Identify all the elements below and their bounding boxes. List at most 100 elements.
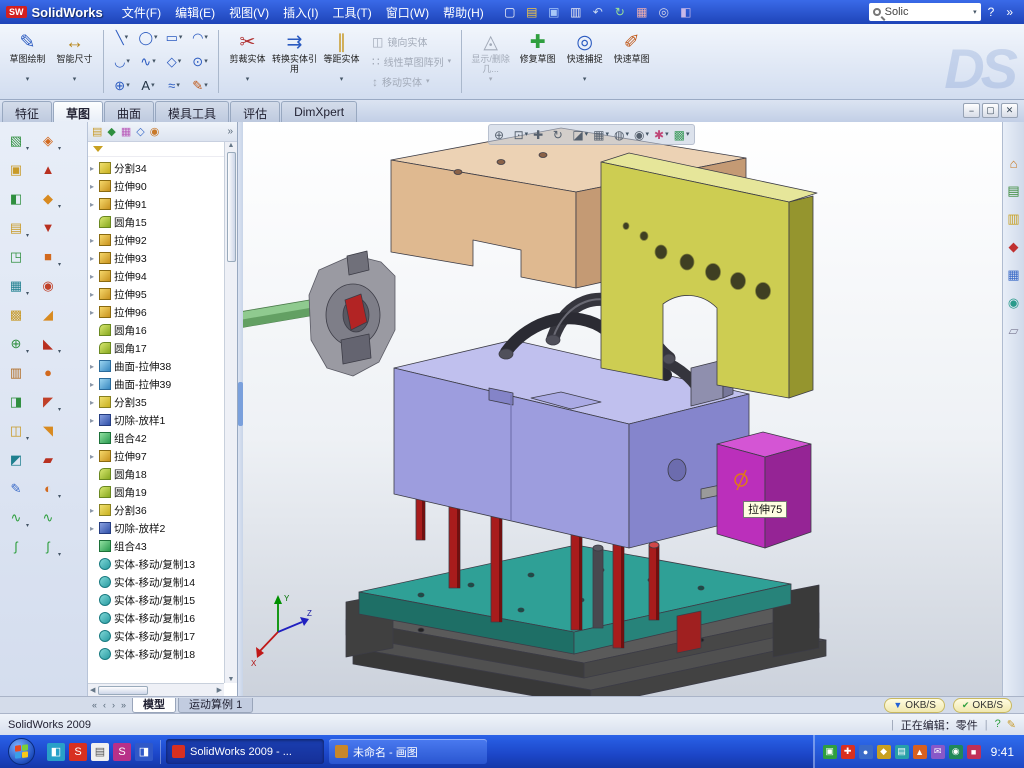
document-tab[interactable]: 模型 xyxy=(132,698,176,713)
part-cylinder-clamp[interactable] xyxy=(309,251,395,376)
quick-launch-icon[interactable]: ◨ xyxy=(135,743,153,761)
feature-tree-item[interactable]: ▸ 实体-移动/复制13 xyxy=(90,555,224,573)
features-tool-icon[interactable]: ▣ ▾ xyxy=(3,155,29,184)
command-button[interactable]: ◎ 快速捕捉 ▾ xyxy=(561,26,608,97)
pan-icon[interactable]: ✚ ▾ xyxy=(533,128,548,142)
feature-tree-item[interactable]: ▸ 拉伸90 xyxy=(90,177,224,195)
3d-model[interactable]: Y X Z xyxy=(243,122,1002,696)
document-tab[interactable]: 运动算例 1 xyxy=(178,698,253,713)
quick-launch-icon[interactable]: ◧ xyxy=(47,743,65,761)
features-tool-icon[interactable]: ∿ ▾ xyxy=(3,503,29,532)
scrollbar-thumb[interactable] xyxy=(98,686,148,695)
tray-icon[interactable]: ● xyxy=(859,745,873,759)
features-tool-icon[interactable]: ◧ ▾ xyxy=(3,184,29,213)
menu-item[interactable]: 帮助(H) xyxy=(436,2,491,23)
dimxpert-manager-tab-icon[interactable]: ◇ xyxy=(136,125,144,138)
feature-tree-item[interactable]: ▸ 切除-放样2 xyxy=(90,519,224,537)
zoom-area-icon[interactable]: ⊡ ▾ xyxy=(514,128,529,142)
filter-icon[interactable] xyxy=(93,146,103,152)
file-explorer-icon[interactable]: ▥ xyxy=(1007,211,1019,227)
feature-tree-item[interactable]: ▸ 圆角17 xyxy=(90,339,224,357)
print-icon[interactable]: ▥ xyxy=(567,3,585,21)
polygon-tool[interactable]: ◇ ▾ xyxy=(161,50,187,74)
command-button[interactable]: ∥ 等距实体 ▾ xyxy=(318,26,365,97)
expand-icon[interactable]: ▸ xyxy=(90,398,99,407)
options-icon[interactable]: ◎ xyxy=(655,3,673,21)
feature-tree-item[interactable]: ▸ 组合42 xyxy=(90,429,224,447)
tray-icon[interactable]: ◆ xyxy=(877,745,891,759)
arc-tool[interactable]: ◠ ▾ xyxy=(187,26,213,50)
mold-tool-icon[interactable]: ◥ ▾ xyxy=(35,416,61,445)
scene-icon[interactable]: ▩ ▾ xyxy=(674,128,690,142)
expand-icon[interactable]: ▸ xyxy=(90,164,99,173)
expand-icon[interactable]: ▸ xyxy=(90,182,99,191)
toolbar-overflow-icon[interactable]: » xyxy=(1001,5,1018,19)
tray-icon[interactable]: ▣ xyxy=(823,745,837,759)
custom-properties-icon[interactable]: ▱ xyxy=(1009,323,1019,339)
sketch-fillet-tool[interactable]: ✎ ▾ xyxy=(187,74,213,98)
expand-icon[interactable]: ▸ xyxy=(90,506,99,515)
command-button[interactable]: ◫ 镜向实体 ▾ xyxy=(369,33,454,50)
commandmanager-tab[interactable]: DimXpert xyxy=(281,101,357,122)
mold-tool-icon[interactable]: ▲ ▾ xyxy=(35,155,61,184)
feature-tree-item[interactable]: ▸ 圆角16 xyxy=(90,321,224,339)
point-tool[interactable]: ⊕ ▾ xyxy=(109,74,135,98)
feature-tree-item[interactable]: ▸ 拉伸91 xyxy=(90,195,224,213)
panel-chevron-icon[interactable]: » xyxy=(227,126,233,137)
start-button[interactable] xyxy=(8,738,35,765)
minimize-button[interactable]: − xyxy=(963,103,980,118)
toolbox-icon[interactable]: ◆ xyxy=(1009,239,1019,255)
toolbox-icon[interactable]: ◧ xyxy=(677,3,695,21)
feature-manager-tab-icon[interactable]: ▤ xyxy=(92,125,102,138)
tab-scroll-button[interactable]: « xyxy=(90,700,99,710)
three-point-arc-tool[interactable]: ◡ ▾ xyxy=(109,50,135,74)
open-folder-icon[interactable]: ▤ xyxy=(523,3,541,21)
mold-tool-icon[interactable]: ◢ ▾ xyxy=(35,300,61,329)
help-icon[interactable]: ? xyxy=(983,5,1000,19)
search-box[interactable]: Solic ▾ xyxy=(869,3,981,21)
tray-icon[interactable]: ▤ xyxy=(895,745,909,759)
commandmanager-tab[interactable]: 草图 xyxy=(53,101,103,122)
search-dropdown-icon[interactable]: ▾ xyxy=(973,9,977,16)
taskbar-window-button[interactable]: 未命名 - 画图 xyxy=(329,739,487,764)
view-palette-icon[interactable]: ▦ xyxy=(1007,267,1019,283)
tree-horizontal-scrollbar[interactable]: ◀ ▶ xyxy=(88,683,224,696)
commandmanager-tab[interactable]: 特征 xyxy=(2,101,52,122)
feature-tree-item[interactable]: ▸ 实体-移动/复制18 xyxy=(90,645,224,663)
features-tool-icon[interactable]: ◨ ▾ xyxy=(3,387,29,416)
mold-tool-icon[interactable]: ◈ ▾ xyxy=(35,126,61,155)
expand-icon[interactable]: ▸ xyxy=(90,290,99,299)
menu-item[interactable]: 编辑(E) xyxy=(168,2,222,23)
section-view-icon[interactable]: ◪ ▾ xyxy=(572,128,588,142)
feature-tree-item[interactable]: ▸ 圆角15 xyxy=(90,213,224,231)
network-speed-badge[interactable]: ▼ OKB/S xyxy=(884,698,945,713)
features-tool-icon[interactable]: ʃ ▾ xyxy=(3,532,29,561)
spline-tool[interactable]: ∿ ▾ xyxy=(135,50,161,74)
mold-tool-icon[interactable]: ʃ ▾ xyxy=(35,532,61,561)
features-tool-icon[interactable]: ✎ ▾ xyxy=(3,474,29,503)
commandmanager-tab[interactable]: 评估 xyxy=(230,101,280,122)
display-style-icon[interactable]: ◍ ▾ xyxy=(614,128,629,142)
feature-tree-item[interactable]: ▸ 实体-移动/复制16 xyxy=(90,609,224,627)
mold-tool-icon[interactable]: ◤ ▾ xyxy=(35,387,61,416)
command-button[interactable]: ✎ 草图绘制 ▾ xyxy=(4,26,51,97)
home-icon[interactable]: ⌂ xyxy=(1010,156,1018,171)
feature-tree-item[interactable]: ▸ 实体-移动/复制15 xyxy=(90,591,224,609)
command-button[interactable]: ↕ 移动实体 ▾ xyxy=(369,73,454,90)
restore-button[interactable]: ▢ xyxy=(982,103,999,118)
command-button[interactable]: ∷ 线性草图阵列 ▾ xyxy=(369,53,454,70)
tray-icon[interactable]: ✉ xyxy=(931,745,945,759)
search-input[interactable]: Solic xyxy=(885,6,969,18)
mold-tool-icon[interactable]: ◐ ▾ xyxy=(35,474,61,503)
part-guide-post[interactable] xyxy=(593,545,603,628)
feature-tree-item[interactable]: ▸ 曲面-拉伸38 xyxy=(90,357,224,375)
appearances-icon[interactable]: ◉ xyxy=(1008,295,1019,311)
scroll-left-icon[interactable]: ◀ xyxy=(90,686,95,694)
expand-icon[interactable]: ▸ xyxy=(90,380,99,389)
feature-tree-item[interactable]: ▸ 拉伸97 xyxy=(90,447,224,465)
mold-tool-icon[interactable]: ▼ ▾ xyxy=(35,213,61,242)
menu-item[interactable]: 窗口(W) xyxy=(379,2,436,23)
undo-icon[interactable]: ↶ xyxy=(589,3,607,21)
feature-tree-item[interactable]: ▸ 分割34 xyxy=(90,159,224,177)
tray-icon[interactable]: ◉ xyxy=(949,745,963,759)
